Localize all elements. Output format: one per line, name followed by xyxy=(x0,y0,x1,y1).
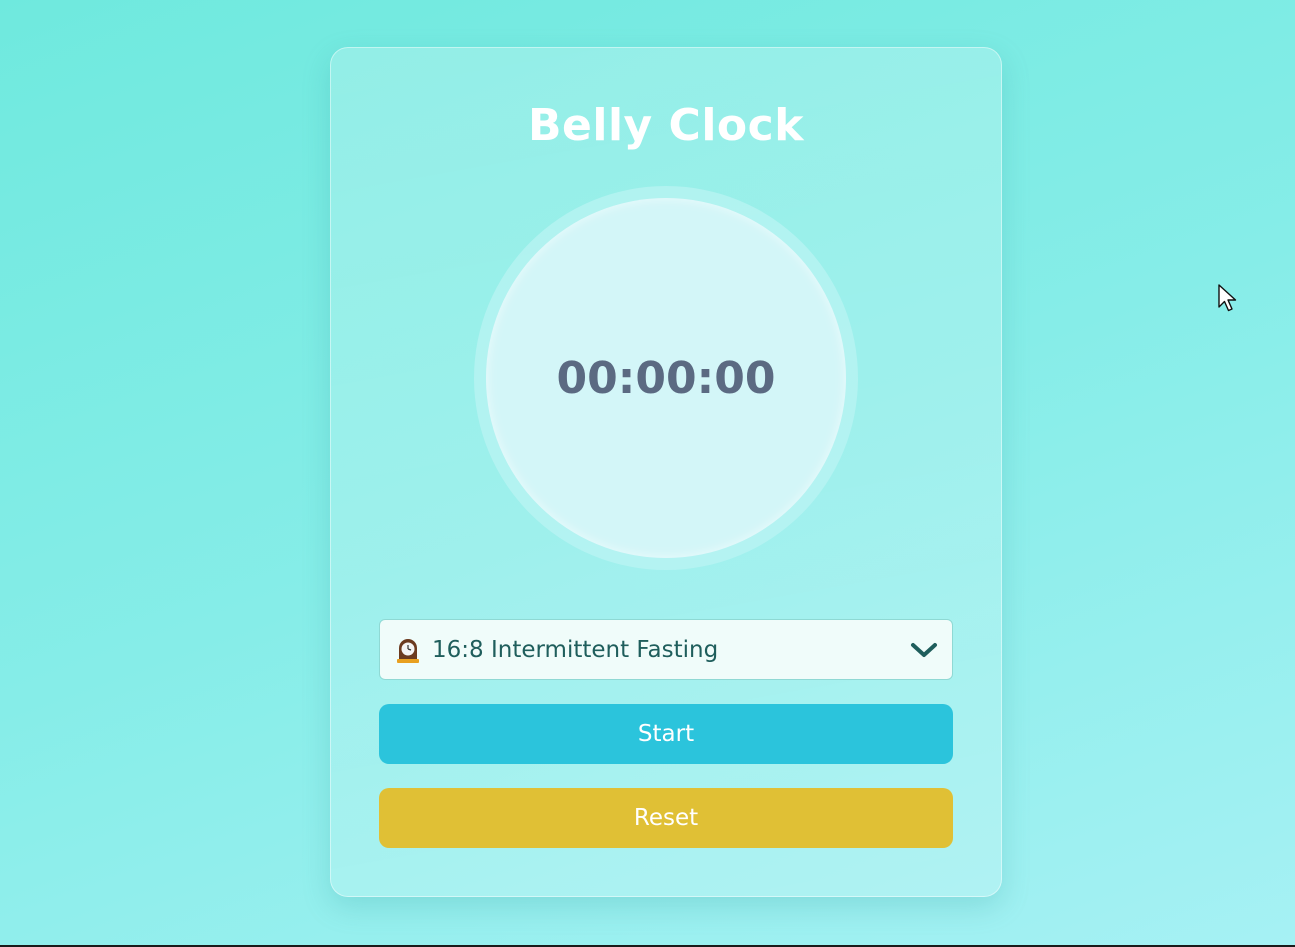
timer-face: 00:00:00 xyxy=(486,198,846,558)
reset-button[interactable]: Reset xyxy=(379,788,953,848)
fasting-plan-select[interactable]: 16:8 Intermittent Fasting xyxy=(379,619,953,680)
fasting-plan-label: 16:8 Intermittent Fasting xyxy=(432,636,719,663)
timer-card: Belly Clock 00:00:00 16:8 Intermittent F… xyxy=(330,47,1002,897)
start-button[interactable]: Start xyxy=(379,704,953,764)
page-title: Belly Clock xyxy=(528,100,804,151)
timer-display: 00:00:00 xyxy=(556,352,776,404)
chevron-down-icon xyxy=(910,638,938,662)
mantelpiece-clock-icon xyxy=(394,636,422,664)
mouse-cursor-icon xyxy=(1217,283,1239,313)
timer-ring: 00:00:00 xyxy=(474,186,858,570)
